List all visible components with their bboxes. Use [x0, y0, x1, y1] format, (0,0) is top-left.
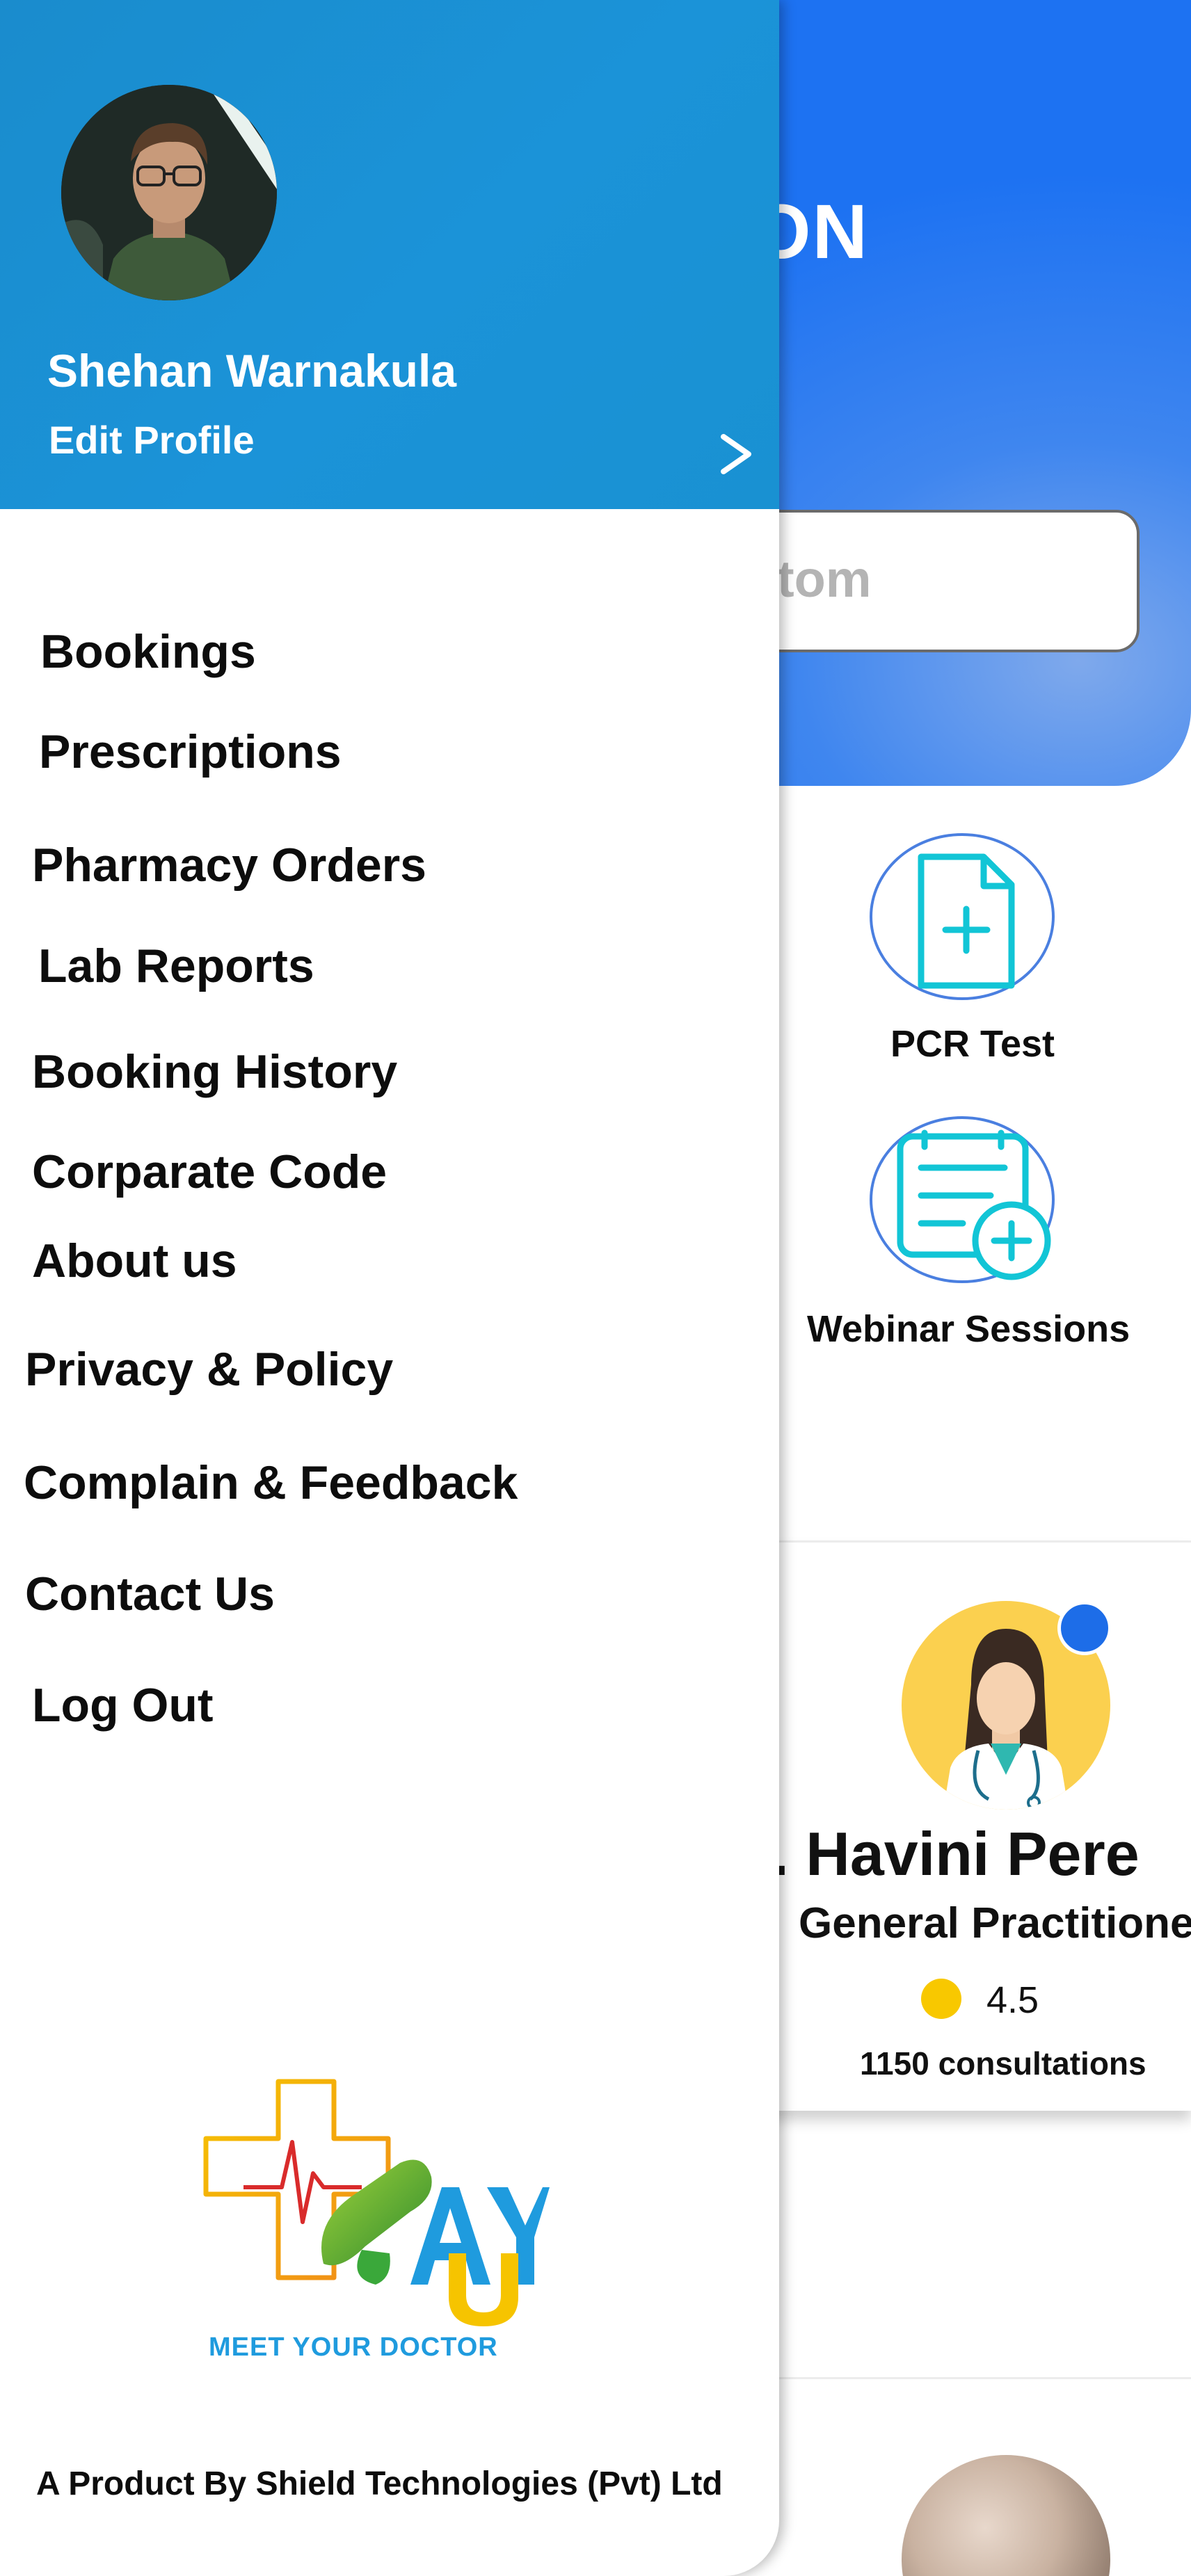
- list-document-plus-icon: [897, 1129, 1051, 1280]
- doctor-specialty: General Practitione: [799, 1899, 1191, 1947]
- pcr-test-button[interactable]: [870, 833, 1055, 1000]
- navigation-drawer: Shehan Warnakula Edit Profile Bookings P…: [0, 0, 779, 2576]
- menu-item-booking-history[interactable]: Booking History: [32, 1045, 397, 1099]
- online-status-dot: [1057, 1601, 1112, 1655]
- menu-item-prescriptions[interactable]: Prescriptions: [39, 725, 342, 779]
- document-plus-icon: [918, 853, 1015, 989]
- doctor-rating: 4.5: [986, 1979, 1039, 2021]
- webinar-sessions-label: Webinar Sessions: [807, 1308, 1130, 1350]
- menu-item-pharmacy-orders[interactable]: Pharmacy Orders: [32, 838, 426, 892]
- menu-item-privacy-policy[interactable]: Privacy & Policy: [25, 1342, 393, 1396]
- app-logo: [203, 2079, 550, 2326]
- chevron-right-icon[interactable]: [715, 430, 757, 478]
- menu-item-lab-reports[interactable]: Lab Reports: [38, 939, 314, 993]
- menu-item-bookings[interactable]: Bookings: [40, 625, 256, 679]
- menu-item-complain-feedback[interactable]: Complain & Feedback: [24, 1456, 518, 1510]
- rating-icon: [921, 1979, 961, 2019]
- drawer-header: Shehan Warnakula Edit Profile: [0, 0, 779, 509]
- doctor-consultations: 1150 consultations: [860, 2045, 1146, 2082]
- logo-tagline: MEET YOUR DOCTOR: [209, 2333, 498, 2362]
- menu-item-contact-us[interactable]: Contact Us: [25, 1567, 275, 1621]
- edit-profile-link[interactable]: Edit Profile: [49, 417, 255, 462]
- profile-avatar[interactable]: [61, 85, 277, 300]
- webinar-sessions-button[interactable]: [870, 1116, 1055, 1283]
- profile-name: Shehan Warnakula: [47, 345, 457, 396]
- pcr-test-label: PCR Test: [890, 1023, 1055, 1065]
- menu-item-about-us[interactable]: About us: [32, 1234, 237, 1288]
- menu-item-corporate-code[interactable]: Corparate Code: [32, 1145, 387, 1199]
- doctor-name: r. Havini Pere: [751, 1819, 1140, 1888]
- footer-credit: A Product By Shield Technologies (Pvt) L…: [36, 2465, 723, 2502]
- menu-item-log-out[interactable]: Log Out: [32, 1678, 214, 1732]
